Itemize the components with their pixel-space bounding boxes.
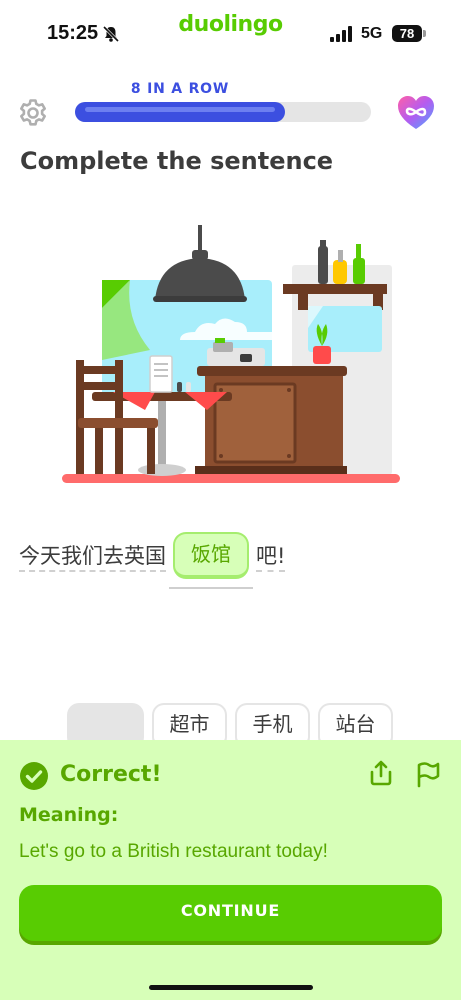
gear-icon[interactable] [18, 98, 48, 128]
page-title: Complete the sentence [20, 147, 334, 175]
home-indicator[interactable] [149, 985, 313, 990]
result-status: Correct! [60, 762, 162, 787]
check-circle-icon [20, 762, 48, 790]
continue-button[interactable]: CONTINUE [19, 885, 442, 941]
answer-chip[interactable]: 饭馆 [173, 532, 249, 579]
report-flag-icon[interactable] [414, 760, 442, 788]
signal-icon [330, 26, 352, 42]
infinite-hearts-icon[interactable] [396, 94, 436, 132]
progress-shine [85, 107, 276, 112]
sentence-before: 今天我们去英国 [19, 544, 166, 572]
sentence: 今天我们去英国 饭馆 吧! [19, 532, 286, 592]
streak-label: 8 IN A ROW [130, 81, 230, 97]
blank-underline [169, 587, 253, 589]
lesson-progress-bar [75, 102, 371, 122]
status-bar: 15:25 duolingo 5G 78 [0, 0, 461, 66]
meaning-label: Meaning: [19, 804, 119, 826]
share-icon[interactable] [368, 759, 394, 787]
restaurant-illustration [62, 225, 400, 483]
sentence-after: 吧! [256, 544, 286, 572]
network-type: 5G [361, 25, 383, 42]
battery-icon: 78 [392, 25, 422, 42]
battery-cap [423, 30, 426, 37]
meaning-text: Let's go to a British restaurant today! [19, 841, 328, 862]
answer-blank[interactable]: 饭馆 [169, 532, 253, 590]
progress-fill [75, 102, 286, 122]
